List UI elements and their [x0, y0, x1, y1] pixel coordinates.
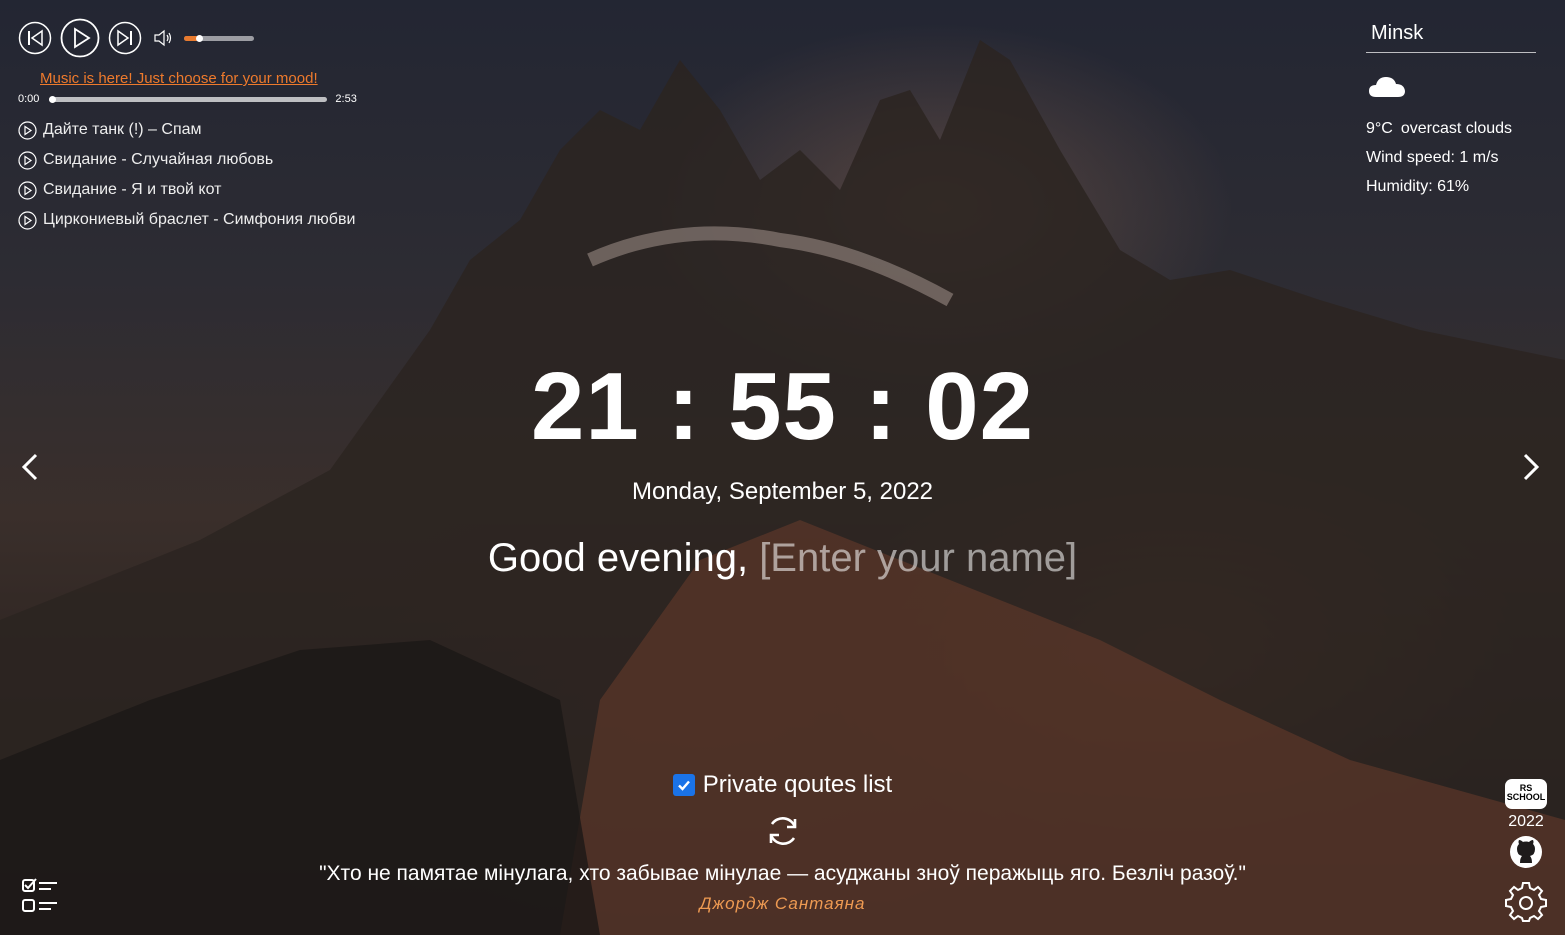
rs-school-logo[interactable]: RS SCHOOL: [1505, 779, 1547, 809]
gear-icon: [1505, 882, 1547, 922]
quote-text: "Хто не памятае мінулага, хто забывае мі…: [319, 862, 1246, 885]
skip-forward-icon: [108, 21, 142, 55]
cloud-icon: [1369, 77, 1405, 97]
playlist: Дайте танк (!) – Спам Свидание - Случайн…: [18, 115, 378, 235]
skip-back-icon: [18, 21, 52, 55]
track-title: Свидание - Я и твой кот: [43, 181, 222, 198]
current-time: 0:00: [18, 93, 40, 105]
github-link[interactable]: [1509, 835, 1543, 869]
playlist-item[interactable]: Дайте танк (!) – Спам: [18, 115, 378, 145]
refresh-icon: [769, 817, 797, 845]
track-duration: 2:53: [335, 93, 357, 105]
playlist-item[interactable]: Циркониевый браслет - Симфония любви: [18, 205, 378, 235]
github-icon: [1510, 836, 1542, 868]
quote-author: Джордж Сантаяна: [699, 894, 866, 913]
volume-handle[interactable]: [196, 34, 204, 42]
audio-player: Music is here! Just choose for your mood…: [18, 18, 378, 235]
play-icon: [18, 150, 37, 170]
private-quotes-label: Private qoutes list: [702, 771, 893, 798]
progress-handle[interactable]: [49, 95, 57, 103]
player-controls: [18, 18, 378, 58]
checklist-icon: [22, 878, 57, 912]
track-title: Дайте танк (!) – Спам: [43, 121, 202, 138]
playlist-item[interactable]: Свидание - Я и твой кот: [18, 175, 378, 205]
progress-slider[interactable]: [49, 95, 328, 103]
play-button[interactable]: [60, 18, 100, 58]
track-progress: 0:00 2:53: [18, 93, 378, 105]
clock-time: 21 : 55 : 02: [531, 353, 1034, 460]
footer: RS SCHOOL 2022: [1504, 779, 1548, 927]
track-title: Свидание - Случайная любовь: [43, 151, 274, 168]
weather-temp-row: 9°C overcast clouds: [1366, 120, 1536, 137]
wind-speed: Wind speed: 1 m/s: [1366, 149, 1499, 166]
next-track-button[interactable]: [108, 21, 142, 55]
footer-year: 2022: [1508, 813, 1544, 830]
name-input[interactable]: [Enter your name]: [759, 536, 1077, 580]
playlist-item[interactable]: Свидание - Случайная любовь: [18, 145, 378, 175]
humidity: Humidity: 61%: [1366, 178, 1470, 195]
private-quotes-checkbox[interactable]: [672, 774, 695, 796]
play-icon: [60, 18, 100, 58]
checkmark-icon: [677, 780, 690, 791]
todo-list-button[interactable]: [20, 876, 60, 916]
greeting-text: Good evening,: [487, 536, 749, 580]
current-date: Monday, September 5, 2022: [631, 478, 934, 505]
play-icon: [18, 120, 37, 140]
previous-track-button[interactable]: [18, 21, 52, 55]
city-input[interactable]: Minsk: [1366, 22, 1536, 53]
private-quotes-toggle[interactable]: Private qoutes list: [0, 771, 1565, 799]
refresh-quote-button[interactable]: [764, 812, 802, 850]
weather-description: overcast clouds: [1400, 120, 1513, 137]
track-title: Циркониевый браслет - Симфония любви: [43, 211, 356, 228]
volume-slider[interactable]: [184, 34, 254, 42]
settings-button[interactable]: [1505, 880, 1547, 922]
mood-link[interactable]: Music is here! Just choose for your mood…: [40, 70, 378, 87]
play-icon: [18, 210, 37, 230]
greeting: Good evening, [Enter your name]: [0, 536, 1565, 581]
weather-widget: Minsk 9°C overcast clouds Wind speed: 1 m…: [1366, 22, 1536, 195]
temperature: 9°C: [1366, 120, 1393, 137]
play-icon: [18, 180, 37, 200]
volume-icon[interactable]: [152, 27, 174, 49]
